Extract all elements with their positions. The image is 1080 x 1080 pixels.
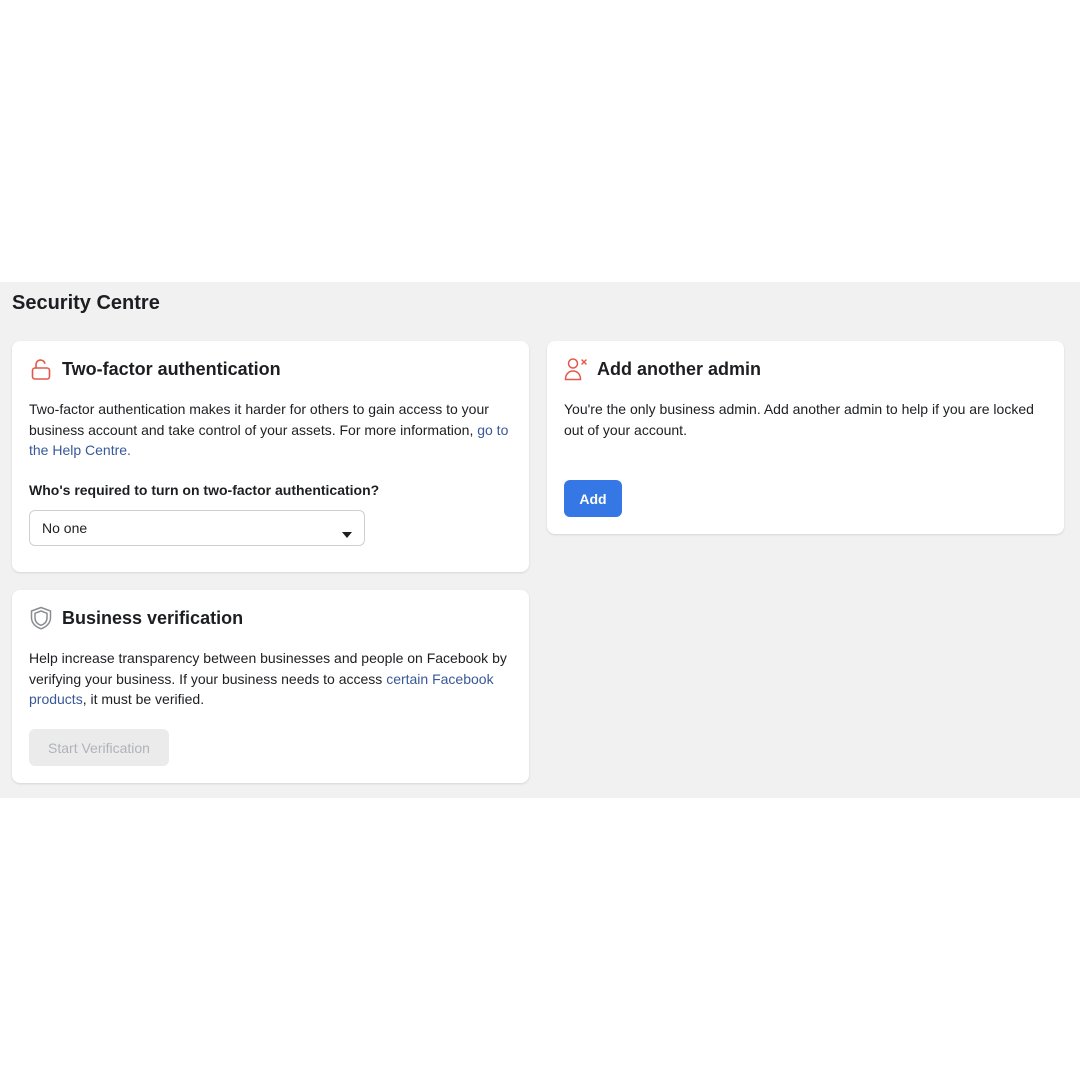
two-factor-title: Two-factor authentication <box>62 358 281 379</box>
business-verification-title: Business verification <box>62 607 244 628</box>
add-admin-card: Add another admin You're the only busine… <box>547 341 1064 534</box>
add-admin-header: Add another admin <box>564 357 761 381</box>
two-factor-description: Two-factor authentication makes it harde… <box>29 399 514 461</box>
business-verification-description: Help increase transparency between busin… <box>29 648 514 710</box>
two-factor-header: Two-factor authentication <box>29 357 281 381</box>
two-factor-requirement-select[interactable]: No one <box>29 510 365 546</box>
remove-person-icon <box>564 357 588 381</box>
security-centre-panel: Security Centre Two-factor authenticatio… <box>0 282 1080 798</box>
business-verification-card: Business verification Help increase tran… <box>12 590 529 783</box>
shield-icon <box>29 606 53 630</box>
verification-description-after: , it must be verified. <box>82 691 205 707</box>
two-factor-card: Two-factor authentication Two-factor aut… <box>12 341 529 572</box>
two-factor-description-text: Two-factor authentication makes it harde… <box>29 401 489 438</box>
page-title: Security Centre <box>12 292 160 314</box>
add-admin-title: Add another admin <box>597 358 762 379</box>
add-admin-description: You're the only business admin. Add anot… <box>564 401 1034 438</box>
business-verification-header: Business verification <box>29 606 243 630</box>
caret-down-icon <box>342 525 352 538</box>
add-admin-button[interactable]: Add <box>564 480 622 517</box>
unlocked-padlock-icon <box>29 357 53 381</box>
start-verification-button[interactable]: Start Verification <box>29 729 169 766</box>
two-factor-question: Who's required to turn on two-factor aut… <box>29 482 380 498</box>
select-value: No one <box>42 520 88 536</box>
